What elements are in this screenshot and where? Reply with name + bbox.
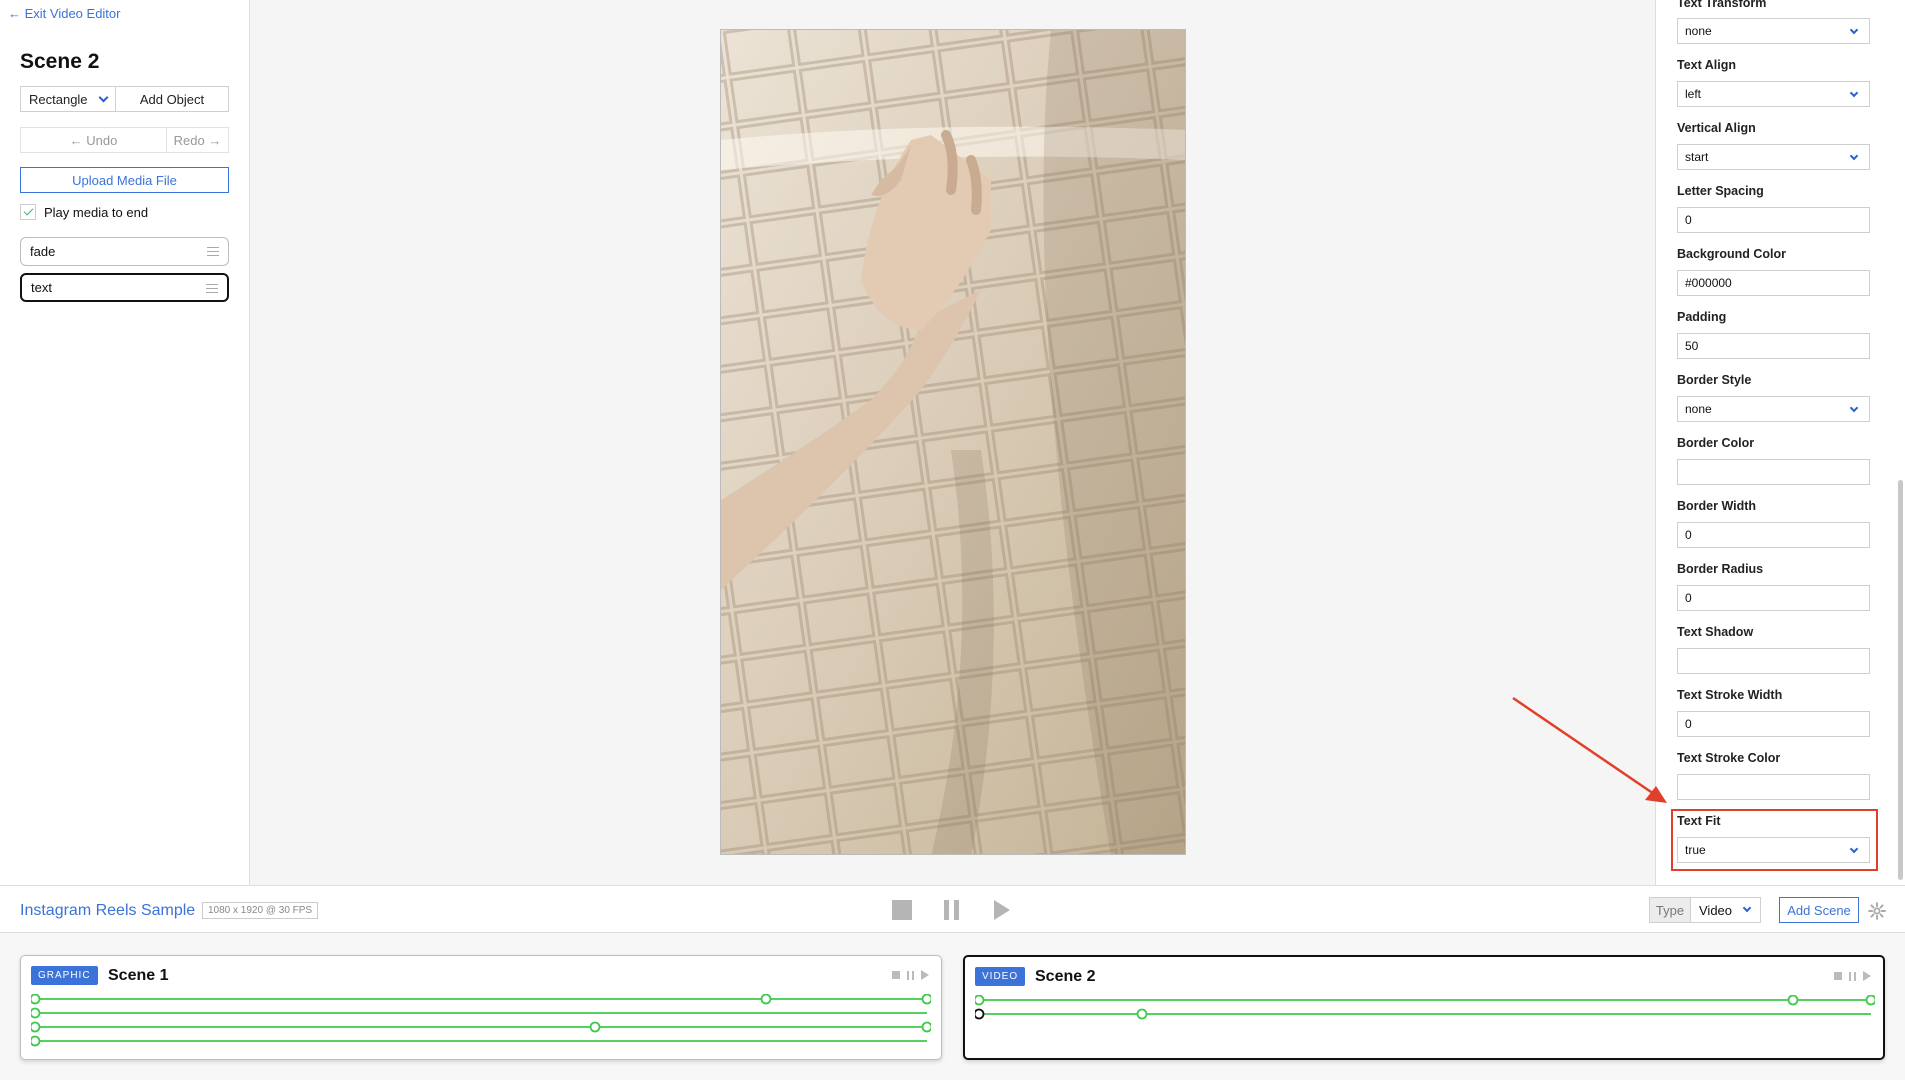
chevron-down-icon — [1849, 25, 1859, 35]
text-stroke-color-input[interactable] — [1677, 774, 1870, 800]
prop-label-letter-spacing: Letter Spacing — [1677, 184, 1764, 198]
border-style-value: none — [1685, 402, 1712, 416]
stop-icon[interactable] — [1834, 972, 1842, 980]
properties-panel: Text Transform none Text Align left Vert… — [1655, 0, 1905, 885]
play-icon[interactable] — [1863, 971, 1871, 981]
border-width-input[interactable]: 0 — [1677, 522, 1870, 548]
scene-title: Scene 2 — [20, 50, 100, 73]
prop-label-text-align: Text Align — [1677, 58, 1737, 72]
pause-icon[interactable] — [907, 970, 914, 980]
border-radius-input[interactable]: 0 — [1677, 585, 1870, 611]
project-title[interactable]: Instagram Reels Sample — [20, 902, 195, 920]
scene-timeline: GRAPHIC Scene 1 VIDEO Scene 2 — [0, 933, 1905, 1080]
text-transform-value: none — [1685, 24, 1712, 38]
chevron-down-icon — [1849, 151, 1859, 161]
scene-tracks[interactable] — [31, 994, 931, 1054]
drag-handle-icon[interactable] — [206, 284, 218, 293]
pause-icon[interactable] — [944, 900, 960, 920]
scene-card-2[interactable]: VIDEO Scene 2 — [963, 955, 1885, 1060]
prop-label-padding: Padding — [1677, 310, 1727, 324]
chevron-down-icon — [1742, 903, 1752, 913]
gear-icon[interactable] — [1868, 902, 1886, 920]
exit-video-editor-link[interactable]: ← Exit Video Editor — [8, 6, 120, 21]
properties-scrollbar[interactable] — [1898, 480, 1903, 880]
blanket-video-frame — [721, 30, 1185, 854]
prop-label-text-stroke-width: Text Stroke Width — [1677, 688, 1783, 702]
layer-label: text — [31, 280, 52, 295]
scene-card-title: Scene 1 — [108, 967, 169, 984]
border-color-input[interactable] — [1677, 459, 1870, 485]
add-object-button[interactable]: Add Object — [115, 86, 229, 112]
stop-icon[interactable] — [892, 900, 912, 920]
text-transform-select[interactable]: none — [1677, 18, 1870, 44]
stop-icon[interactable] — [892, 971, 900, 979]
text-shadow-input[interactable] — [1677, 648, 1870, 674]
annotation-arrow-icon — [1512, 696, 1667, 803]
play-icon[interactable] — [994, 900, 1010, 920]
video-preview[interactable] — [720, 29, 1186, 855]
type-label: Type — [1649, 897, 1691, 923]
project-toolbar: Instagram Reels Sample 1080 x 1920 @ 30 … — [0, 885, 1905, 933]
prop-label-border-radius: Border Radius — [1677, 562, 1764, 576]
chevron-down-icon — [1849, 88, 1859, 98]
text-align-value: left — [1685, 87, 1702, 101]
pause-icon[interactable] — [1849, 971, 1856, 981]
vertical-align-select[interactable]: start — [1677, 144, 1870, 170]
undo-button[interactable]: ← Undo — [20, 127, 167, 153]
chevron-down-icon — [1849, 403, 1859, 413]
left-sidebar: ← Exit Video Editor Scene 2 Rectangle Ad… — [0, 0, 250, 885]
text-align-select[interactable]: left — [1677, 81, 1870, 107]
scene-card-title: Scene 2 — [1035, 968, 1096, 985]
background-color-input[interactable]: #000000 — [1677, 270, 1870, 296]
type-select-value: Video — [1699, 902, 1733, 918]
prop-label-text-transform: Text Transform — [1677, 0, 1767, 10]
scene-card-1[interactable]: GRAPHIC Scene 1 — [20, 955, 942, 1060]
prop-label-text-stroke-color: Text Stroke Color — [1677, 751, 1781, 765]
layer-item-fade[interactable]: fade — [20, 237, 229, 266]
redo-button[interactable]: Redo → — [166, 127, 229, 153]
prop-label-background-color: Background Color — [1677, 247, 1787, 261]
type-select[interactable]: Video — [1691, 897, 1761, 923]
chevron-down-icon — [98, 92, 109, 102]
scene-type-badge: GRAPHIC — [31, 966, 98, 985]
project-meta-badge: 1080 x 1920 @ 30 FPS — [202, 902, 319, 919]
prop-label-border-width: Border Width — [1677, 499, 1757, 513]
letter-spacing-input[interactable]: 0 — [1677, 207, 1870, 233]
border-style-select[interactable]: none — [1677, 396, 1870, 422]
scene-type-badge: VIDEO — [975, 967, 1026, 986]
play-to-end-checkbox[interactable] — [20, 204, 36, 220]
play-to-end-label: Play media to end — [44, 205, 149, 220]
layer-label: fade — [30, 244, 56, 259]
prop-label-border-color: Border Color — [1677, 436, 1755, 450]
shape-select-value: Rectangle — [29, 91, 88, 107]
prop-label-border-style: Border Style — [1677, 373, 1752, 387]
vertical-align-value: start — [1685, 150, 1709, 164]
add-scene-button[interactable]: Add Scene — [1779, 897, 1859, 923]
play-icon[interactable] — [921, 970, 929, 980]
shape-select[interactable]: Rectangle — [20, 86, 116, 112]
scene-tracks[interactable] — [975, 995, 1875, 1035]
prop-label-text-shadow: Text Shadow — [1677, 625, 1754, 639]
upload-media-button[interactable]: Upload Media File — [20, 167, 229, 193]
scene-controls — [892, 970, 929, 980]
prop-label-vertical-align: Vertical Align — [1677, 121, 1756, 135]
padding-input[interactable]: 50 — [1677, 333, 1870, 359]
layer-item-text[interactable]: text — [20, 273, 229, 302]
scene-controls — [1834, 971, 1871, 981]
text-stroke-width-input[interactable]: 0 — [1677, 711, 1870, 737]
drag-handle-icon[interactable] — [207, 247, 219, 256]
annotation-highlight-box — [1671, 809, 1878, 871]
